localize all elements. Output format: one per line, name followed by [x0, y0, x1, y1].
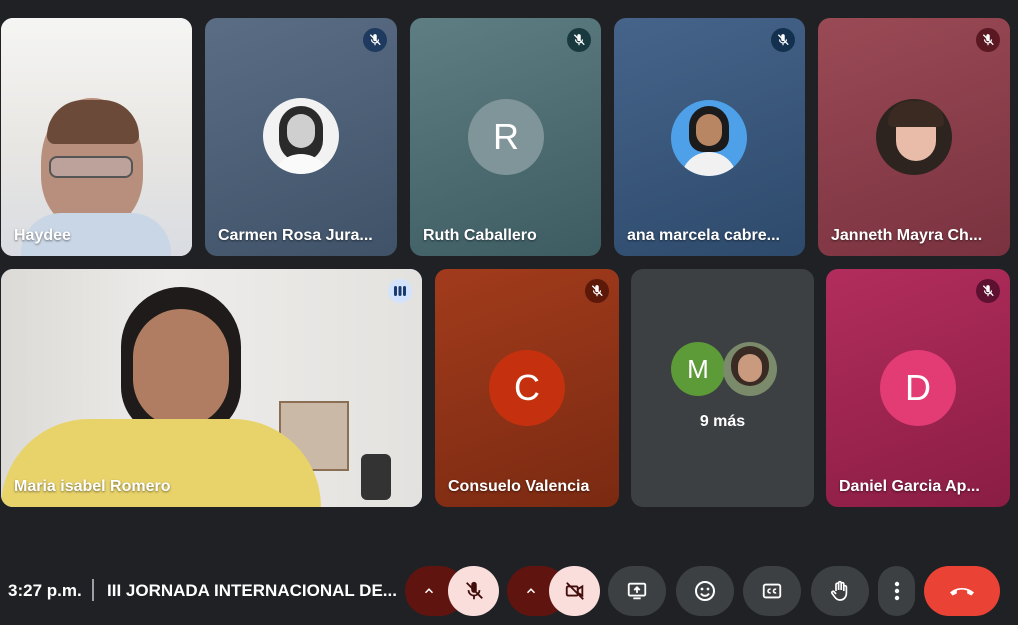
participant-name: Haydee [14, 227, 71, 244]
participant-tile-consuelo[interactable]: C Consuelo Valencia [435, 269, 619, 507]
leave-call-icon [950, 588, 974, 596]
camera-toggle-button[interactable] [549, 566, 600, 616]
mic-off-icon [369, 34, 381, 46]
mic-off-badge [585, 279, 609, 303]
meeting-title: III JORNADA INTERNACIONAL DE... [107, 581, 397, 600]
mic-off-badge [976, 28, 1000, 52]
raise-hand-icon [831, 580, 848, 601]
participant-video [1, 18, 192, 256]
more-icon [894, 581, 899, 601]
present-button[interactable] [608, 566, 666, 616]
captions-icon [762, 583, 782, 599]
mic-toggle-button[interactable] [448, 566, 499, 616]
participant-tile-ruth[interactable]: R Ruth Caballero [410, 18, 601, 256]
present-icon [627, 582, 647, 600]
participant-name: Janneth Mayra Ch... [831, 227, 983, 244]
participant-avatar [671, 100, 747, 176]
footer-divider [92, 579, 94, 601]
participant-name: Daniel Garcia Ap... [839, 478, 980, 495]
participant-name: Ruth Caballero [423, 227, 537, 244]
mic-off-badge [363, 28, 387, 52]
speaking-indicator [388, 279, 412, 303]
leave-call-button[interactable] [924, 566, 1000, 616]
participant-name: Maria isabel Romero [14, 478, 171, 495]
more-participants-tile[interactable]: M 9 más [631, 269, 814, 507]
participant-tile-carmen[interactable]: Carmen Rosa Jura... [205, 18, 397, 256]
overflow-avatar-photo [723, 342, 777, 396]
mic-off-icon [982, 34, 994, 46]
participant-tile-daniel[interactable]: D Daniel Garcia Ap... [826, 269, 1010, 507]
mic-off-badge [771, 28, 795, 52]
meeting-time: 3:27 p.m. [8, 581, 82, 600]
emoji-icon [695, 581, 715, 601]
raise-hand-button[interactable] [811, 566, 869, 616]
participant-avatar: C [489, 350, 565, 426]
participant-avatar: R [468, 99, 544, 175]
mic-off-badge [567, 28, 591, 52]
participant-avatar: D [880, 350, 956, 426]
mic-off-icon [982, 285, 994, 297]
participant-tile-janneth[interactable]: Janneth Mayra Ch... [818, 18, 1010, 256]
participant-avatar [876, 99, 952, 175]
participant-avatar [263, 98, 339, 174]
participant-name: Consuelo Valencia [448, 478, 590, 495]
mic-off-icon [777, 34, 789, 46]
mic-off-icon [573, 34, 585, 46]
camera-off-icon [565, 582, 584, 600]
more-options-button[interactable] [878, 566, 915, 616]
chevron-up-icon [424, 588, 434, 594]
participant-tile-haydee[interactable]: Haydee [1, 18, 192, 256]
overflow-avatar: M [671, 342, 725, 396]
participant-video [1, 269, 422, 507]
mic-off-icon [591, 285, 603, 297]
participant-tile-ana[interactable]: ana marcela cabre... [614, 18, 805, 256]
participant-name: ana marcela cabre... [627, 227, 780, 244]
mic-off-badge [976, 279, 1000, 303]
participant-tile-maria[interactable]: Maria isabel Romero [1, 269, 422, 507]
chevron-up-icon [526, 588, 536, 594]
reactions-button[interactable] [676, 566, 734, 616]
audio-level-icon [394, 286, 406, 296]
participant-name: Carmen Rosa Jura... [218, 227, 373, 244]
more-participants-label: 9 más [699, 413, 746, 430]
captions-button[interactable] [743, 566, 801, 616]
mic-off-icon [465, 581, 483, 600]
